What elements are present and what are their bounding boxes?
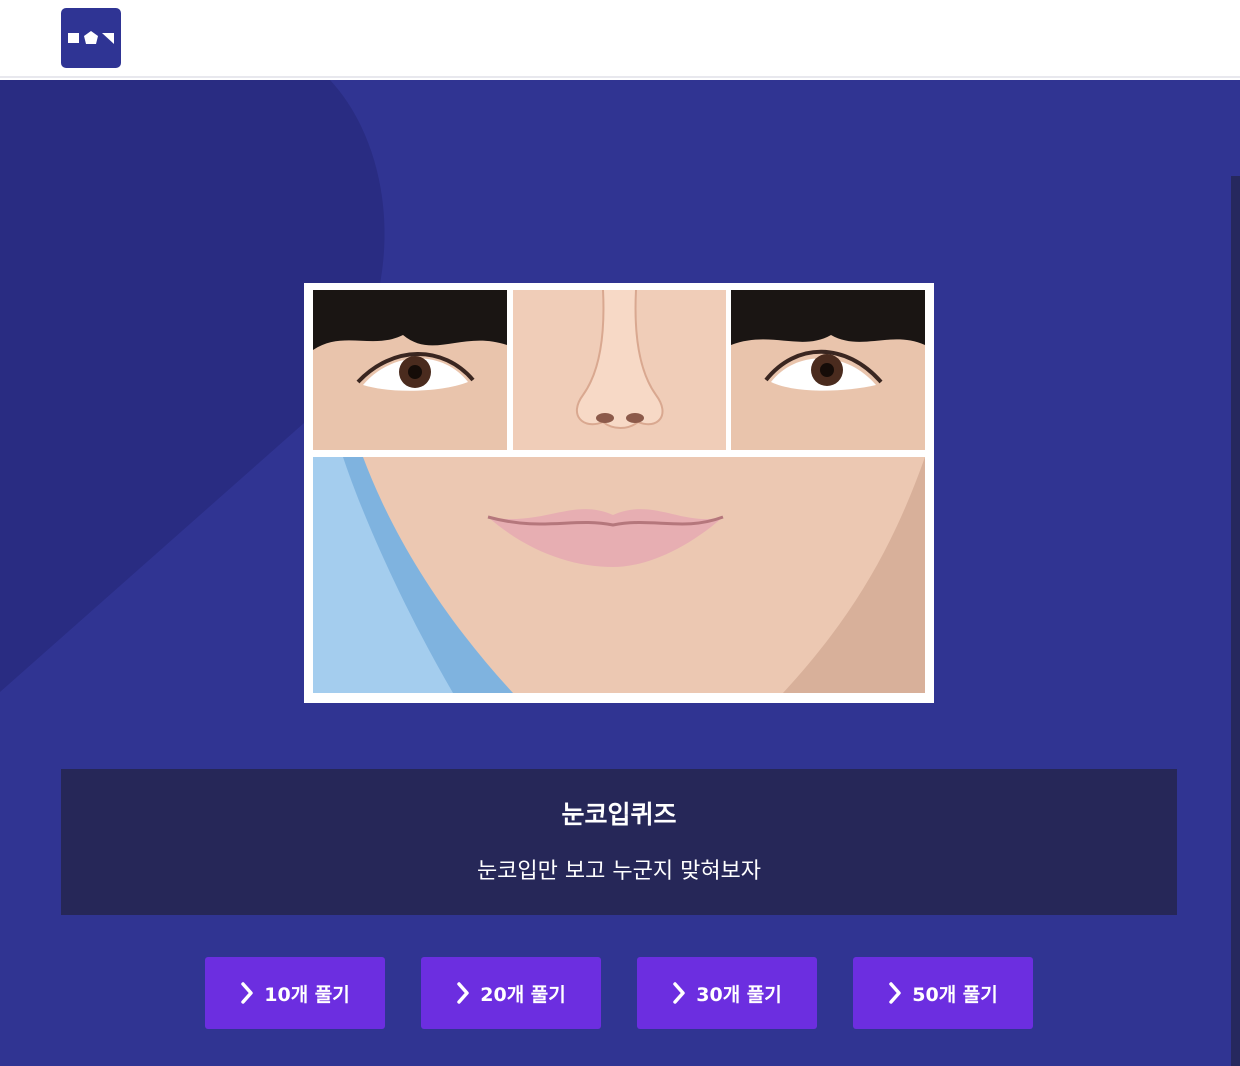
button-label: 10개 풀기 <box>264 983 350 1006</box>
solve-20-button[interactable]: 20개 풀기 <box>421 957 601 1029</box>
mouth-image <box>313 457 925 693</box>
chevron-right-icon <box>456 982 470 1004</box>
solve-10-button[interactable]: 10개 풀기 <box>205 957 385 1029</box>
nose-image <box>513 290 726 450</box>
quiz-title: 눈코입퀴즈 <box>561 800 677 829</box>
left-eye-image <box>313 290 507 450</box>
site-header <box>0 0 1240 78</box>
button-label: 30개 풀기 <box>696 983 782 1006</box>
solve-30-button[interactable]: 30개 풀기 <box>637 957 817 1029</box>
chevron-right-icon <box>240 982 254 1004</box>
quiz-main: 눈코입퀴즈 눈코입만 보고 누군지 맞혀보자 10개 풀기 20개 풀기 30개… <box>0 80 1240 1066</box>
scrollbar[interactable] <box>1231 176 1240 1066</box>
quiz-subtitle: 눈코입만 보고 누군지 맞혀보자 <box>476 859 762 884</box>
site-logo-icon[interactable] <box>61 8 121 68</box>
chevron-right-icon <box>672 982 686 1004</box>
button-label: 20개 풀기 <box>480 983 566 1006</box>
solve-50-button[interactable]: 50개 풀기 <box>853 957 1033 1029</box>
quiz-info-panel: 눈코입퀴즈 눈코입만 보고 누군지 맞혀보자 <box>61 769 1177 915</box>
right-eye-image <box>731 290 925 450</box>
chevron-right-icon <box>888 982 902 1004</box>
face-parts-collage <box>304 283 934 703</box>
button-label: 50개 풀기 <box>912 983 998 1006</box>
